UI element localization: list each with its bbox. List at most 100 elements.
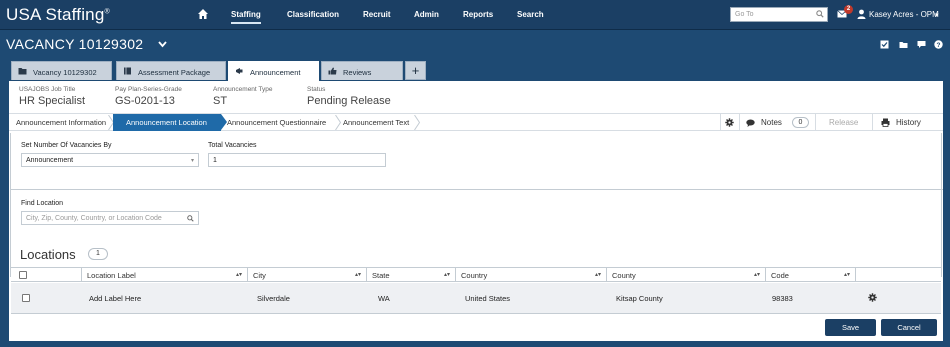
info-job-title: USAJOBS Job Title HR Specialist (19, 86, 85, 107)
nav-staffing[interactable]: Staffing (231, 10, 261, 24)
step-announcement-text[interactable]: Announcement Text (343, 118, 409, 127)
locations-table-header: Location Label ▴▾ City ▴▾ State ▴▾ Country ▴… (11, 267, 941, 282)
add-tab-button[interactable]: + (405, 61, 426, 80)
info-value: ST (213, 95, 228, 107)
form-footer: Save Cancel (10, 315, 942, 341)
book-icon (124, 67, 131, 75)
step-chevron-icon (335, 115, 341, 130)
column-header-city[interactable]: City ▴▾ (247, 268, 366, 282)
notes-count-badge: 0 (792, 117, 809, 128)
cell-county: Kitsap County (616, 294, 663, 303)
column-label: County (612, 271, 636, 280)
tab-label: Announcement (250, 68, 301, 77)
table-row: Add Label Here Silverdale WA United Stat… (11, 283, 941, 314)
info-label: Announcement Type (213, 86, 273, 93)
select-value: Announcement (26, 157, 74, 164)
tab-label: Assessment Package (138, 68, 211, 77)
vacancies-by-select[interactable]: Announcement ▾ (21, 153, 199, 167)
step-announcement-information[interactable]: Announcement Information (16, 118, 106, 127)
help-icon[interactable]: ? (934, 40, 943, 49)
total-vacancies-input[interactable]: 1 (208, 153, 386, 167)
tab-announcement[interactable]: Announcement (228, 61, 319, 82)
folder-icon (18, 68, 27, 75)
info-value: HR Specialist (19, 95, 86, 107)
search-icon[interactable] (816, 10, 824, 18)
search-icon[interactable] (187, 215, 194, 222)
gear-icon[interactable] (868, 293, 877, 302)
sort-icon: ▴▾ (594, 272, 601, 278)
select-all-checkbox[interactable] (19, 271, 27, 279)
info-label: Pay Plan-Series-Grade (115, 86, 182, 93)
checklist-icon[interactable] (880, 40, 889, 49)
thumbs-up-icon (328, 67, 337, 75)
tab-vacancy[interactable]: Vacancy 10129302 (11, 61, 112, 80)
select-all-cell (11, 268, 81, 282)
user-icon (857, 9, 866, 19)
user-name[interactable]: Kasey Acres - OPM (869, 10, 939, 19)
column-header-county[interactable]: County ▴▾ (606, 268, 765, 282)
nav-classification[interactable]: Classification (287, 10, 339, 19)
main-panel: USAJOBS Job Title HR Specialist Pay Plan… (9, 81, 943, 341)
folder-open-icon[interactable] (899, 40, 908, 49)
step-announcement-location[interactable]: Announcement Location (113, 114, 221, 131)
find-location-input[interactable]: City, Zip, County, Country, or Location … (21, 211, 199, 225)
svg-text:?: ? (937, 42, 941, 49)
home-icon[interactable] (197, 8, 209, 20)
row-checkbox[interactable] (22, 294, 30, 302)
column-header-location-label[interactable]: Location Label ▴▾ (81, 268, 247, 282)
history-button[interactable]: History (896, 118, 921, 127)
nav-reports[interactable]: Reports (463, 10, 493, 19)
info-status: Status Pending Release (307, 86, 391, 107)
brand-logo[interactable]: USA Staffing® (6, 5, 110, 25)
tab-label: Vacancy 10129302 (33, 68, 97, 77)
comment-icon[interactable] (917, 40, 926, 49)
step-announcement-questionnaire[interactable]: Announcement Questionnaire (227, 118, 326, 127)
column-label: State (372, 271, 390, 280)
vacancy-title: VACANCY 10129302 (6, 36, 144, 52)
cell-location-label[interactable]: Add Label Here (89, 294, 141, 303)
nav-admin[interactable]: Admin (414, 10, 439, 19)
info-label: Status (307, 86, 326, 93)
release-button[interactable]: Release (829, 118, 858, 127)
info-pay-plan: Pay Plan-Series-Grade GS-0201-13 (115, 86, 182, 107)
total-vacancies-label: Total Vacancies (208, 142, 257, 149)
chevron-down-icon: ▾ (190, 158, 194, 164)
save-button[interactable]: Save (825, 319, 876, 336)
cell-country: United States (465, 294, 511, 303)
vacancy-bar: VACANCY 10129302 ? (0, 30, 950, 58)
cell-state: WA (378, 294, 390, 303)
tab-assessment-package[interactable]: Assessment Package (116, 61, 226, 80)
info-announcement-type: Announcement Type ST (213, 86, 273, 107)
brand-mark: ® (104, 8, 110, 16)
cancel-button[interactable]: Cancel (881, 319, 937, 336)
goto-input[interactable]: Go To (730, 7, 828, 22)
column-header-state[interactable]: State ▴▾ (366, 268, 455, 282)
separator (739, 114, 740, 131)
column-label: Code (771, 271, 789, 280)
info-label: USAJOBS Job Title (19, 86, 76, 93)
find-location-label: Find Location (21, 200, 64, 207)
nav-recruit[interactable]: Recruit (363, 10, 391, 19)
nav-search[interactable]: Search (517, 10, 544, 19)
sort-icon: ▴▾ (235, 272, 242, 278)
notes-button[interactable]: Notes (761, 118, 782, 127)
step-bar: Announcement Information Announcement Lo… (9, 113, 943, 131)
gear-icon[interactable] (725, 118, 734, 127)
sort-icon: ▴▾ (843, 272, 850, 278)
info-value: GS-0201-13 (115, 95, 175, 107)
user-menu-caret-icon[interactable]: ▾ (935, 11, 939, 19)
column-header-actions (855, 268, 941, 282)
form-area: Set Number Of Vacancies By Announcement … (10, 133, 943, 277)
mail-count-badge: 2 (844, 5, 853, 14)
column-label: City (253, 271, 266, 280)
chevron-down-icon[interactable] (158, 40, 167, 48)
info-value: Pending Release (307, 95, 391, 107)
input-placeholder: City, Zip, County, Country, or Location … (26, 215, 162, 222)
column-label: Location Label (87, 271, 136, 280)
column-header-code[interactable]: Code ▴▾ (765, 268, 855, 282)
tab-reviews[interactable]: Reviews (321, 61, 403, 80)
column-header-country[interactable]: Country ▴▾ (455, 268, 606, 282)
printer-icon (881, 118, 890, 127)
brand-text: USA Staffing (6, 5, 105, 24)
top-nav: USA Staffing® Staffing Classification Re… (0, 0, 950, 30)
